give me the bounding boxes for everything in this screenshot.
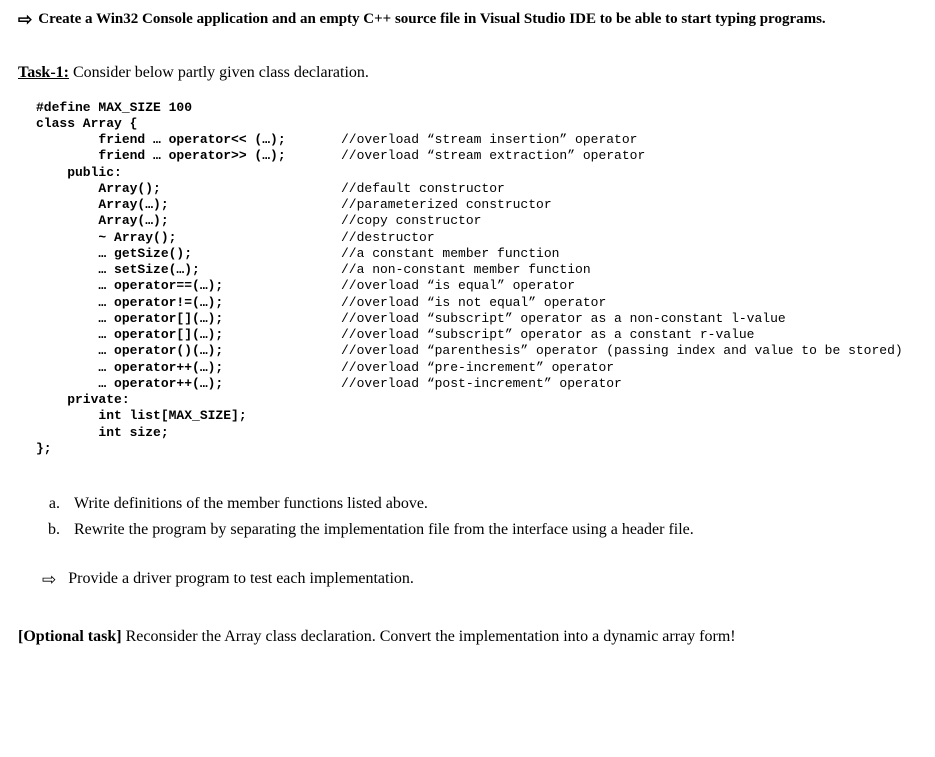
code-line: … getSize();//a constant member function (36, 246, 917, 262)
code-line-comment: //overload “stream extraction” operator (341, 148, 645, 164)
code-line-comment: //destructor (341, 230, 435, 246)
code-line: friend … operator>> (…);//overload “stre… (36, 148, 917, 164)
code-line: … operator++(…);//overload “pre-incremen… (36, 360, 917, 376)
code-line: int list[MAX_SIZE]; (36, 408, 917, 424)
code-line-left: private: (36, 392, 341, 408)
code-line: #define MAX_SIZE 100 (36, 100, 917, 116)
code-line: … operator!=(…);//overload “is not equal… (36, 295, 917, 311)
code-line-left: class Array { (36, 116, 341, 132)
code-line: … operator[](…);//overload “subscript” o… (36, 327, 917, 343)
code-line-comment: //a constant member function (341, 246, 559, 262)
code-line: … operator()(…);//overload “parenthesis”… (36, 343, 917, 359)
code-line: Array(…);//copy constructor (36, 213, 917, 229)
code-line-comment: //overload “subscript” operator as a con… (341, 327, 754, 343)
arrow-right-icon: ⇨ (42, 570, 56, 588)
code-line-comment: //copy constructor (341, 213, 481, 229)
code-line: … operator==(…);//overload “is equal” op… (36, 278, 917, 294)
driver-instruction: ⇨ Provide a driver program to test each … (42, 570, 917, 588)
code-line-left: … operator==(…); (36, 278, 341, 294)
code-line-left: Array(…); (36, 213, 341, 229)
task-sublist: a. Write definitions of the member functi… (42, 491, 917, 542)
list-text: Rewrite the program by separating the im… (74, 517, 694, 543)
code-line-left: … operator++(…); (36, 360, 341, 376)
code-line-comment: //overload “parenthesis” operator (passi… (341, 343, 903, 359)
code-line-left: … operator[](…); (36, 311, 341, 327)
code-line-left: friend … operator>> (…); (36, 148, 341, 164)
code-line: int size; (36, 425, 917, 441)
code-line-left: … operator++(…); (36, 376, 341, 392)
code-line-comment: //a non-constant member function (341, 262, 591, 278)
task-description: Consider below partly given class declar… (69, 64, 369, 81)
code-line-left: int size; (36, 425, 341, 441)
list-item: a. Write definitions of the member functi… (42, 491, 917, 517)
driver-text: Provide a driver program to test each im… (68, 570, 414, 588)
code-line-left: friend … operator<< (…); (36, 132, 341, 148)
code-line-left: public: (36, 165, 341, 181)
code-line: Array(…);//parameterized constructor (36, 197, 917, 213)
code-line-left: … operator()(…); (36, 343, 341, 359)
code-line: ~ Array();//destructor (36, 230, 917, 246)
code-line-left: }; (36, 441, 341, 457)
task-label: Task-1: (18, 64, 69, 81)
code-line-left: ~ Array(); (36, 230, 341, 246)
code-line-left: … operator!=(…); (36, 295, 341, 311)
task-heading: Task-1: Consider below partly given clas… (18, 64, 917, 82)
code-line-comment: //overload “is equal” operator (341, 278, 575, 294)
code-line-comment: //default constructor (341, 181, 505, 197)
code-line: Array();//default constructor (36, 181, 917, 197)
top-instruction: ⇨ Create a Win32 Console application and… (18, 10, 917, 30)
optional-task: [Optional task] Reconsider the Array cla… (18, 628, 917, 646)
code-block: #define MAX_SIZE 100class Array { friend… (36, 100, 917, 458)
top-instruction-text: Create a Win32 Console application and a… (38, 10, 825, 30)
code-line: … operator[](…);//overload “subscript” o… (36, 311, 917, 327)
code-line-comment: //overload “pre-increment” operator (341, 360, 614, 376)
code-line-left: #define MAX_SIZE 100 (36, 100, 341, 116)
arrow-right-icon: ⇨ (18, 10, 32, 28)
code-line: … setSize(…);//a non-constant member fun… (36, 262, 917, 278)
code-line-comment: //overload “is not equal” operator (341, 295, 606, 311)
code-line-comment: //overload “post-increment” operator (341, 376, 622, 392)
code-line: }; (36, 441, 917, 457)
list-text: Write definitions of the member function… (74, 491, 428, 517)
code-line: … operator++(…);//overload “post-increme… (36, 376, 917, 392)
code-line-comment: //overload “stream insertion” operator (341, 132, 637, 148)
code-line-left: … getSize(); (36, 246, 341, 262)
code-line: friend … operator<< (…);//overload “stre… (36, 132, 917, 148)
code-line-left: Array(…); (36, 197, 341, 213)
code-line-left: int list[MAX_SIZE]; (36, 408, 341, 424)
optional-text: Reconsider the Array class declaration. … (122, 628, 736, 645)
list-marker: b. (42, 517, 60, 543)
optional-label: [Optional task] (18, 628, 122, 645)
code-line-comment: //overload “subscript” operator as a non… (341, 311, 786, 327)
document-page: ⇨ Create a Win32 Console application and… (0, 0, 935, 676)
code-line-left: … setSize(…); (36, 262, 341, 278)
list-marker: a. (42, 491, 60, 517)
list-item: b. Rewrite the program by separating the … (42, 517, 917, 543)
code-line-comment: //parameterized constructor (341, 197, 552, 213)
code-line-left: Array(); (36, 181, 341, 197)
code-line: class Array { (36, 116, 917, 132)
code-line-left: … operator[](…); (36, 327, 341, 343)
code-line: public: (36, 165, 917, 181)
code-line: private: (36, 392, 917, 408)
